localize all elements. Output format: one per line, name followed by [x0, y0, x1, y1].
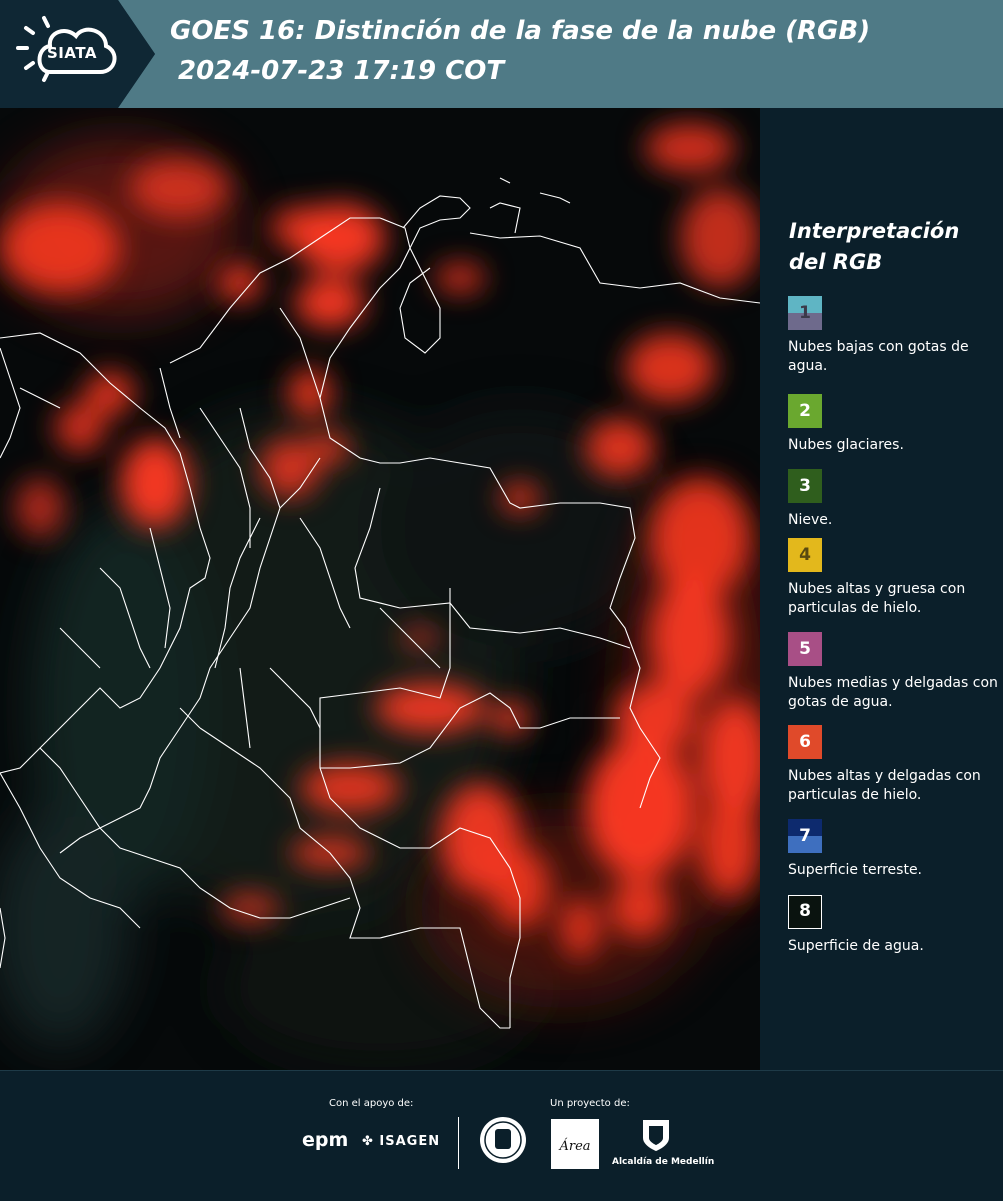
legend-number: 4: [799, 545, 811, 565]
legend-number: 8: [799, 901, 811, 921]
legend-number: 3: [799, 476, 811, 496]
legend-number: 6: [799, 732, 811, 752]
legend-item-3: 3 Nieve.: [788, 469, 998, 530]
legend-swatch: 5: [788, 632, 822, 666]
legend-swatch: 2: [788, 394, 822, 428]
legend-item-1: 1 Nubes bajas con gotas de agua.: [788, 296, 998, 376]
legend-number: 7: [799, 826, 811, 846]
footer-divider: [458, 1117, 459, 1169]
legend-item-8: 8 Superficie de agua.: [788, 895, 998, 956]
epm-logo: epm: [302, 1129, 349, 1151]
support-label: Con el apoyo de:: [329, 1098, 414, 1109]
footer: Con el apoyo de: Un proyecto de: epm ✤ I…: [0, 1070, 1003, 1201]
legend-item-4: 4 Nubes altas y gruesa con particulas de…: [788, 538, 998, 618]
legend-swatch: 6: [788, 725, 822, 759]
legend-item-2: 2 Nubes glaciares.: [788, 394, 998, 455]
siata-logo: SIATA: [0, 0, 130, 108]
isagen-logo: ✤ ISAGEN: [362, 1134, 440, 1149]
area-logo-text: Área: [559, 1139, 591, 1154]
legend-label: Nubes bajas con gotas de agua.: [788, 339, 969, 374]
legend-label: Nubes altas y gruesa con particulas de h…: [788, 581, 966, 616]
legend-number: 5: [799, 639, 811, 659]
header: SIATA GOES 16: Distinción de la fase de …: [0, 0, 1003, 108]
legend-panel: Interpretación del RGB 1 Nubes bajas con…: [760, 108, 1003, 1070]
legend-number: 1: [799, 303, 811, 323]
legend-label: Nubes altas y delgadas con particulas de…: [788, 768, 981, 803]
timestamp: 2024-07-23 17:19 COT: [178, 56, 505, 86]
legend-item-6: 6 Nubes altas y delgadas con particulas …: [788, 725, 998, 805]
legend-swatch: 8: [788, 895, 822, 929]
legend-label: Superficie de agua.: [788, 938, 924, 954]
legend-label: Nieve.: [788, 512, 833, 528]
alcaldia-text: Alcaldía de Medellín: [612, 1157, 715, 1167]
legend-label: Nubes glaciares.: [788, 437, 904, 453]
isagen-text: ISAGEN: [379, 1134, 441, 1149]
page-title: GOES 16: Distinción de la fase de la nub…: [170, 16, 871, 46]
legend-number: 2: [799, 401, 811, 421]
isagen-icon: ✤: [362, 1134, 380, 1149]
university-seal-icon: [480, 1117, 526, 1163]
legend-label: Nubes medias y delgadas con gotas de agu…: [788, 675, 998, 710]
rgb-composite-image: [0, 108, 760, 1070]
legend-item-5: 5 Nubes medias y delgadas con gotas de a…: [788, 632, 998, 712]
legend-swatch: 7: [788, 819, 822, 853]
satellite-map: [0, 108, 760, 1070]
legend-label: Superficie terreste.: [788, 862, 923, 878]
project-label: Un proyecto de:: [550, 1098, 630, 1109]
legend-title: Interpretación del RGB: [789, 219, 960, 274]
alcaldia-shield-icon: [643, 1120, 669, 1151]
legend-swatch: 1: [788, 296, 822, 330]
legend-swatch: 4: [788, 538, 822, 572]
legend-swatch: 3: [788, 469, 822, 503]
logo-text: SIATA: [47, 44, 98, 62]
legend-item-7: 7 Superficie terreste.: [788, 819, 998, 880]
